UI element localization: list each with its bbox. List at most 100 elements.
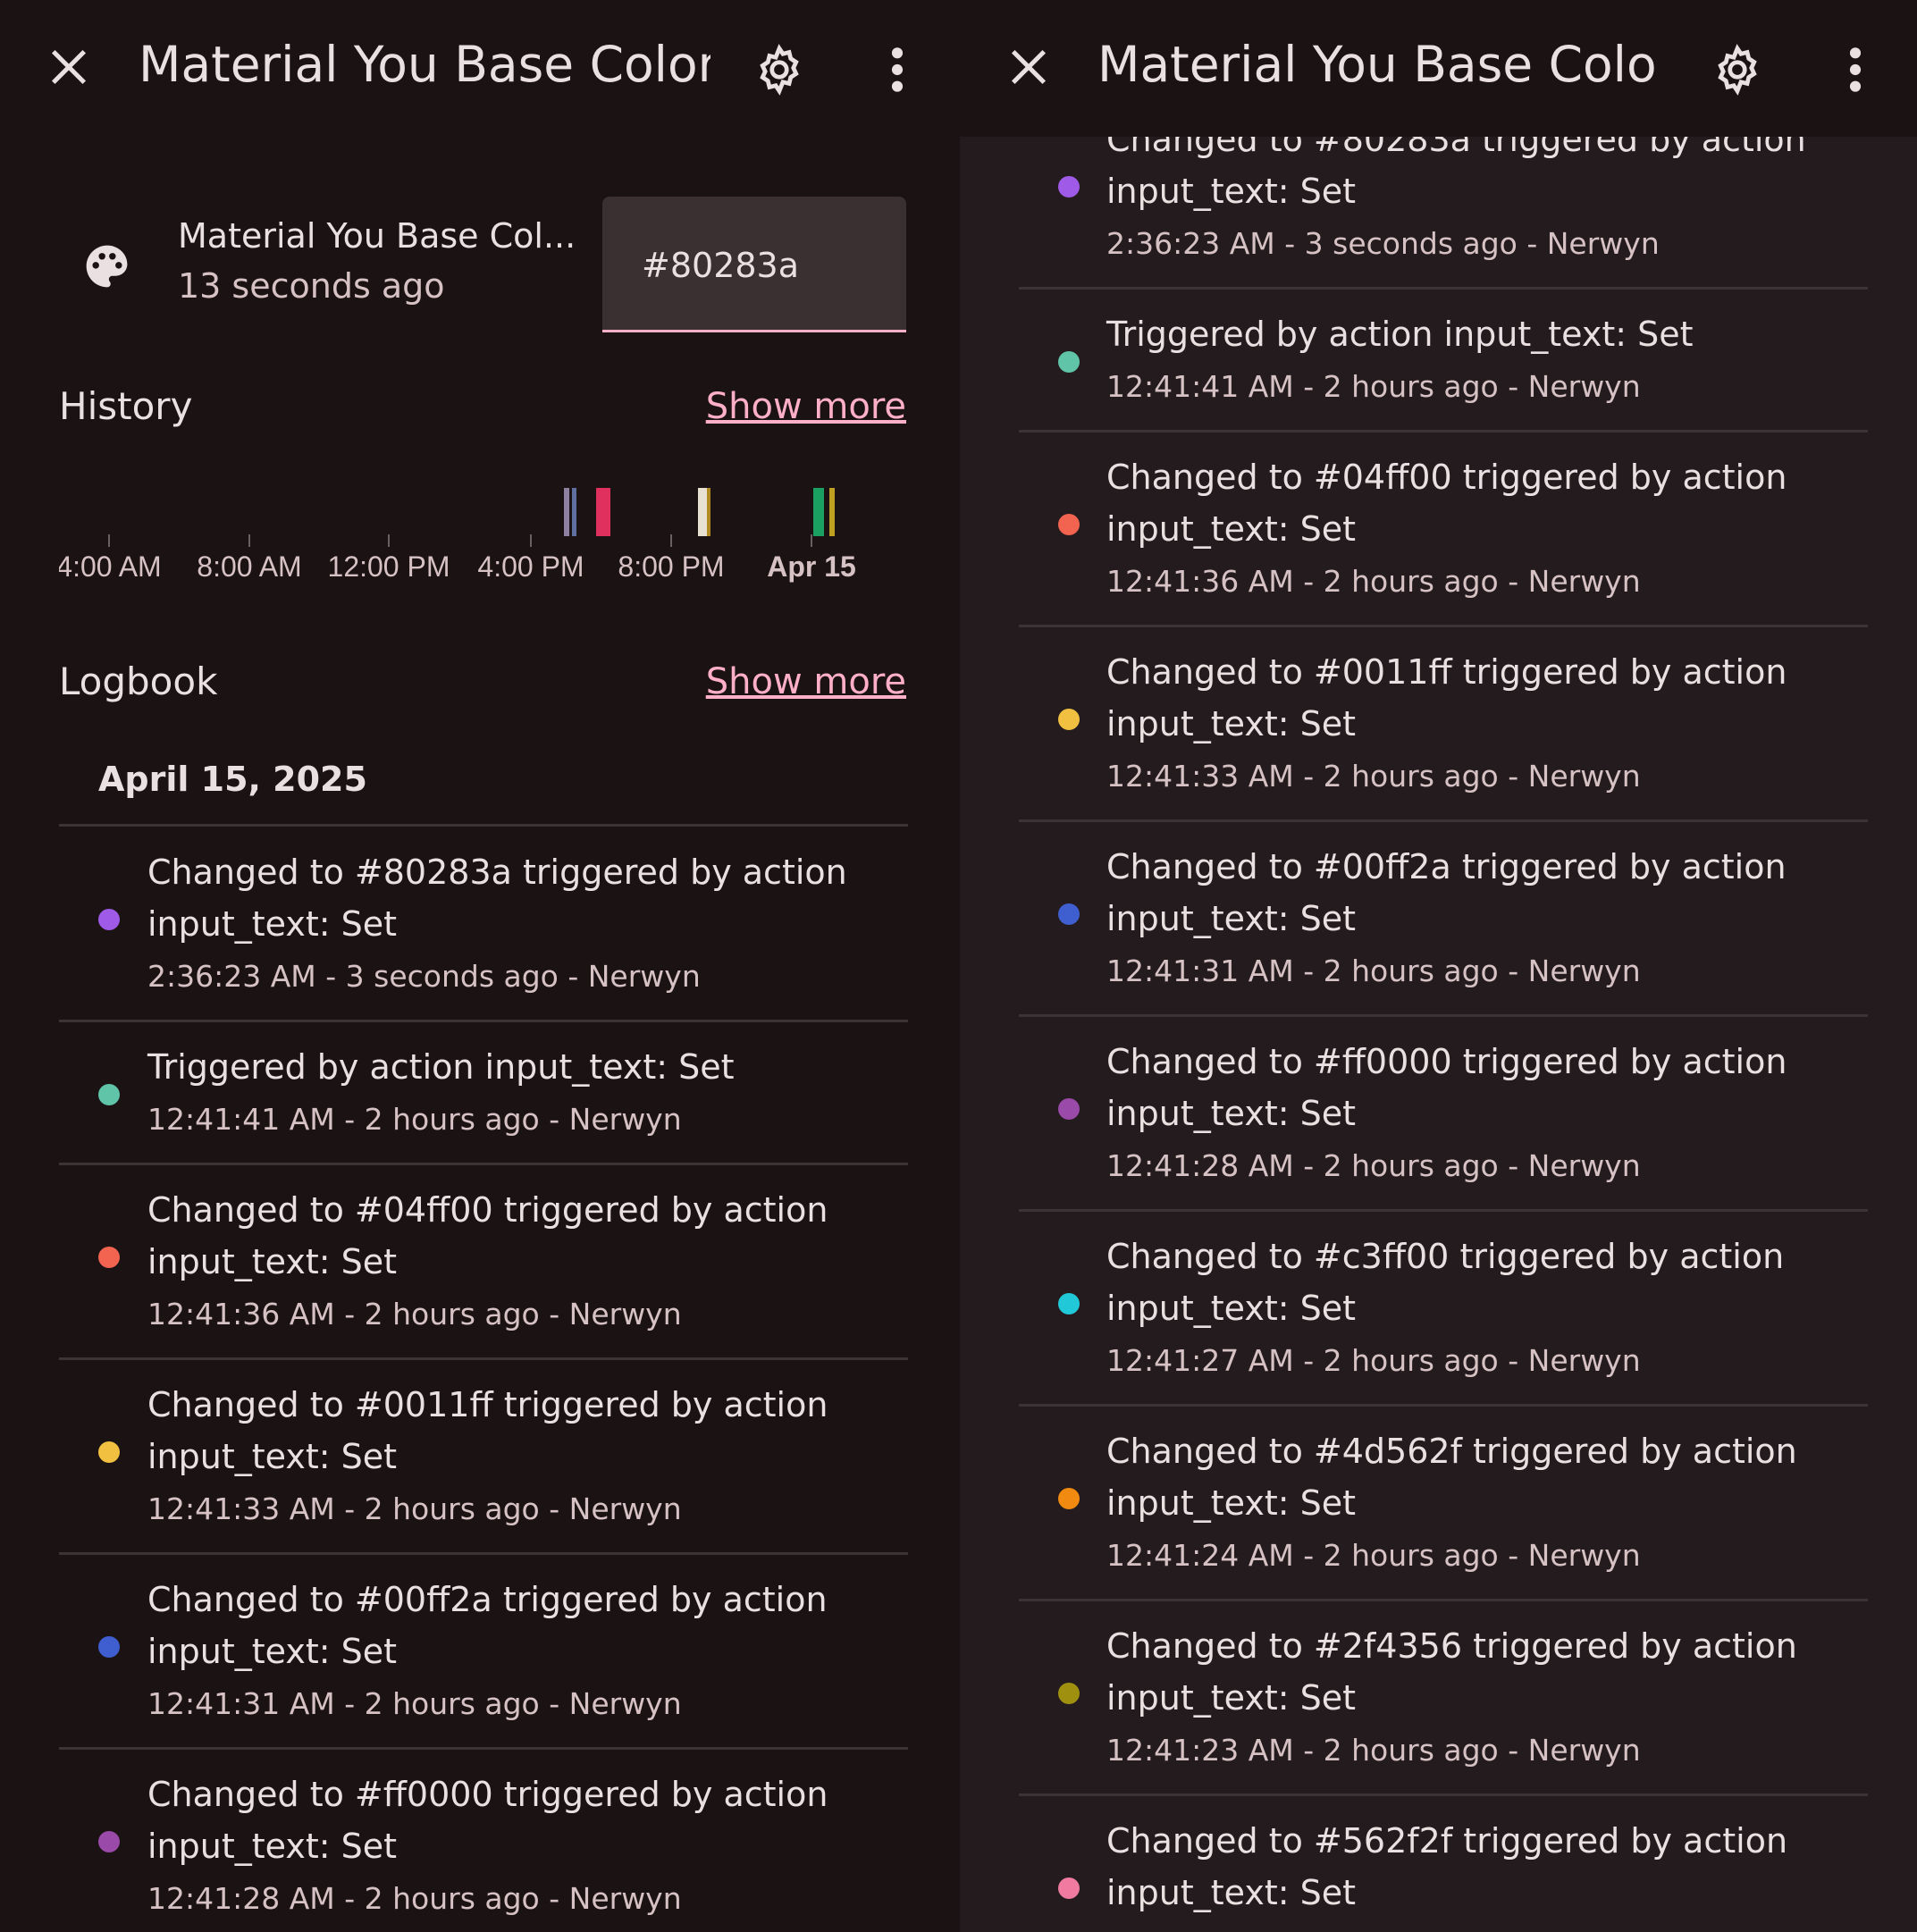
left-dialog: Material You Base Color ... Material You… [0, 0, 960, 1932]
entry-message-line2: input_text: Set [1106, 1289, 1357, 1328]
status-dot [1058, 351, 1080, 373]
status-dot [1058, 903, 1080, 925]
entry-meta: 12:41:41 AM - 2 hours ago - Nerwyn [1106, 369, 1641, 404]
gear-icon[interactable] [753, 43, 806, 97]
entry-message-line2: input_text: Set [147, 904, 398, 944]
status-dot [98, 1636, 120, 1658]
entry-meta: 2:36:23 AM - 3 seconds ago - Nerwyn [147, 959, 701, 994]
more-vert-icon[interactable] [1843, 45, 1868, 95]
logbook-entry[interactable]: Changed to #4d562f triggered by action in… [960, 1404, 1917, 1599]
status-dot [98, 1084, 120, 1105]
dialog-title: Material You Base Color ... [1097, 36, 1661, 93]
entry-message: Changed to #80283a triggered by action [147, 853, 847, 892]
status-dot [1058, 514, 1080, 535]
entry-message-line2: input_text: Set [147, 1437, 398, 1476]
entry-message: Changed to #c3ff00 triggered by action [1106, 1237, 1785, 1276]
entry-message-line2: input_text: Set [147, 1632, 398, 1671]
logbook-entry[interactable]: Changed to #04ff00 triggered by action in… [0, 1163, 960, 1357]
history-bar [564, 488, 569, 536]
entry-message-line2: input_text: Set [147, 1827, 398, 1866]
dialog-title: Material You Base Color ... [139, 36, 710, 93]
entry-message: Changed to #4d562f triggered by action [1106, 1432, 1797, 1471]
logbook-entry[interactable]: Changed to #2f4356 triggered by action in… [960, 1599, 1917, 1793]
entry-message-line2: input_text: Set [1106, 1483, 1357, 1523]
right-dialog: Changed to #80283a triggered by action in… [960, 0, 1917, 1932]
history-bar [813, 488, 824, 536]
logbook-entry[interactable]: Changed to #ff0000 triggered by action in… [0, 1747, 960, 1932]
entry-meta: 12:41:23 AM - 2 hours ago - Nerwyn [1106, 1733, 1641, 1768]
entry-message: Changed to #04ff00 triggered by action [147, 1190, 828, 1230]
entity-last-changed: 13 seconds ago [178, 266, 445, 306]
history-tick-label: 4:00 PM [477, 550, 584, 583]
status-dot [98, 1831, 120, 1852]
logbook-title: Logbook [59, 659, 218, 703]
logbook-entry[interactable]: Changed to #c3ff00 triggered by action in… [960, 1209, 1917, 1404]
entity-row: Material You Base Col... 13 seconds ago … [59, 197, 908, 332]
entry-message: Changed to #2f4356 triggered by action [1106, 1626, 1797, 1666]
entry-message-line2: input_text: Set [1106, 172, 1357, 211]
logbook-show-more-link[interactable]: Show more [706, 661, 906, 702]
logbook-entry[interactable]: Changed to #0011ff triggered by action in… [960, 625, 1917, 819]
history-bar [572, 488, 576, 536]
entry-message-line2: input_text: Set [1106, 1094, 1357, 1133]
entry-meta: 12:41:27 AM - 2 hours ago - Nerwyn [1106, 1343, 1641, 1378]
entry-message-line2: input_text: Set [1106, 1873, 1357, 1912]
status-dot [1058, 1098, 1080, 1120]
entry-message: Triggered by action input_text: Set [1106, 315, 1694, 354]
entry-message: Changed to #0011ff triggered by action [147, 1385, 828, 1424]
logbook-date-header: April 15, 2025 [98, 760, 367, 799]
entry-message-line2: input_text: Set [147, 1242, 398, 1281]
entry-message: Changed to #ff0000 triggered by action [147, 1775, 828, 1814]
color-text-input[interactable]: #80283a [602, 197, 906, 332]
gear-icon[interactable] [1711, 43, 1764, 97]
dialog-header: Material You Base Color ... [960, 0, 1917, 137]
history-bar [698, 488, 707, 536]
entry-message: Changed to #ff0000 triggered by action [1106, 1042, 1787, 1081]
entry-meta: 12:41:33 AM - 2 hours ago - Nerwyn [1106, 759, 1641, 794]
close-icon[interactable] [48, 46, 89, 88]
status-dot [1058, 1877, 1080, 1899]
status-dot [1058, 709, 1080, 730]
status-dot [1058, 176, 1080, 197]
logbook-entry[interactable]: Changed to #80283a triggered by action in… [0, 825, 960, 1020]
history-tick-label: 8:00 AM [197, 550, 301, 583]
close-icon[interactable] [1008, 46, 1049, 88]
entry-message-line2: input_text: Set [1106, 1678, 1357, 1718]
history-show-more-link[interactable]: Show more [706, 386, 906, 427]
entity-name: Material You Base Col... [178, 216, 576, 256]
entry-meta: 12:41:24 AM - 2 hours ago - Nerwyn [1106, 1538, 1641, 1573]
logbook-entry[interactable]: Changed to #ff0000 triggered by action in… [960, 1014, 1917, 1209]
more-vert-icon[interactable] [885, 45, 910, 95]
history-tick-label: 8:00 PM [618, 550, 724, 583]
history-bar [707, 488, 710, 536]
entry-meta: 12:41:33 AM - 2 hours ago - Nerwyn [147, 1491, 682, 1526]
history-bar [829, 488, 835, 536]
logbook-entry[interactable]: Changed to #04ff00 triggered by action in… [960, 430, 1917, 625]
status-dot [1058, 1293, 1080, 1315]
entry-meta: 12:41:36 AM - 2 hours ago - Nerwyn [1106, 564, 1641, 599]
entry-message-line2: input_text: Set [1106, 704, 1357, 743]
entry-message-line2: input_text: Set [1106, 509, 1357, 549]
entry-message: Changed to #00ff2a triggered by action [147, 1580, 828, 1619]
status-dot [1058, 1683, 1080, 1704]
entry-meta: 12:41:28 AM - 2 hours ago - Nerwyn [1106, 1148, 1641, 1183]
entry-message: Changed to #00ff2a triggered by action [1106, 847, 1787, 886]
history-title: History [59, 384, 193, 428]
history-tick-label: Apr 15 [767, 550, 856, 583]
entry-message: Changed to #562f2f triggered by action [1106, 1821, 1788, 1861]
logbook-entry[interactable]: Changed to #0011ff triggered by action in… [0, 1357, 960, 1552]
logbook-entry[interactable]: Changed to #562f2f triggered by action in… [960, 1793, 1917, 1932]
entry-message: Triggered by action input_text: Set [147, 1047, 735, 1087]
logbook-entry[interactable]: Changed to #00ff2a triggered by action in… [960, 819, 1917, 1014]
logbook-entry[interactable]: Triggered by action input_text: Set 12:41… [0, 1020, 960, 1163]
entry-meta: 12:41:31 AM - 2 hours ago - Nerwyn [147, 1686, 682, 1721]
status-dot [98, 1247, 120, 1268]
logbook-entry[interactable]: Changed to #00ff2a triggered by action in… [0, 1552, 960, 1747]
entry-meta: 2:36:23 AM - 3 seconds ago - Nerwyn [1106, 226, 1660, 261]
entry-meta: 12:41:36 AM - 2 hours ago - Nerwyn [147, 1297, 682, 1331]
history-bar [596, 488, 610, 536]
history-tick-label: 4:00 AM [59, 550, 162, 583]
logbook-entry[interactable]: Triggered by action input_text: Set 12:41… [960, 287, 1917, 430]
status-dot [98, 909, 120, 930]
entry-message: Changed to #04ff00 triggered by action [1106, 458, 1787, 497]
